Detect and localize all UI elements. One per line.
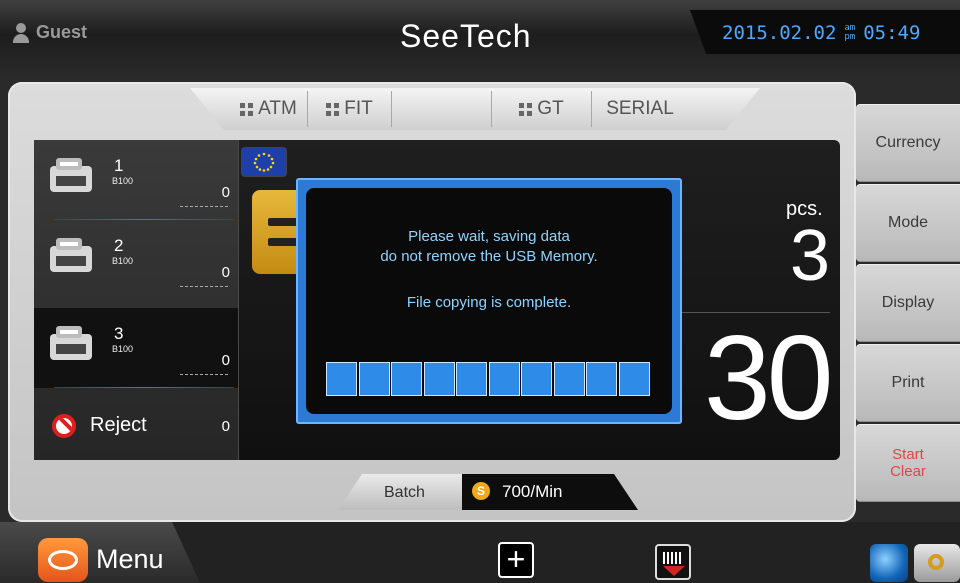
divider <box>180 286 228 287</box>
dialog-message-line2: do not remove the USB Memory. <box>380 248 598 265</box>
tab-serial[interactable]: SERIAL <box>592 91 688 127</box>
pieces-count: 3 <box>790 216 831 296</box>
settings-icon[interactable] <box>914 544 960 582</box>
progress-segment <box>358 362 390 396</box>
user-indicator[interactable]: Guest <box>12 22 87 43</box>
divider <box>54 387 234 388</box>
speed-label[interactable]: 700/Min <box>502 482 562 502</box>
pocket-count: 0 <box>221 264 230 281</box>
mode-tabs: ATM FIT GT SERIAL <box>190 88 760 130</box>
progress-segment <box>618 362 650 396</box>
progress-segment <box>391 362 422 396</box>
ampm-indicator: am pm <box>844 23 856 42</box>
pocket-denomination: B100 <box>112 344 134 354</box>
pocket-item-1[interactable]: 1 B100 0 <box>34 140 238 220</box>
currency-button[interactable]: Currency <box>856 104 960 182</box>
tab-atm[interactable]: ATM <box>230 91 308 127</box>
tab-gt[interactable]: GT <box>492 91 592 127</box>
print-button[interactable]: Print <box>856 344 960 422</box>
counting-machine-icon <box>50 238 92 272</box>
pocket-denomination: B100 <box>112 256 134 266</box>
pocket-number: 1 <box>114 156 124 175</box>
progress-segment <box>553 362 585 396</box>
pocket-count: 0 <box>221 184 230 201</box>
reject-label: Reject <box>90 414 147 436</box>
pocket-number: 2 <box>114 236 124 255</box>
counting-machine-icon <box>50 158 92 192</box>
pocket-count: 0 <box>221 352 230 369</box>
grid-icon <box>519 102 533 116</box>
divider <box>180 374 228 375</box>
usb-save-dialog: Please wait, saving data do not remove t… <box>296 178 682 424</box>
prohibited-icon <box>52 414 76 438</box>
brand-logo: SeeTech <box>400 18 532 54</box>
eu-stars-icon <box>253 152 275 172</box>
add-button[interactable]: + <box>498 542 534 578</box>
tab-empty[interactable] <box>392 91 492 127</box>
menu-icon[interactable] <box>38 538 88 582</box>
progress-segment <box>326 362 357 396</box>
dialog-message-line1: Please wait, saving data <box>408 228 570 245</box>
reject-count: 0 <box>221 418 230 435</box>
grid-icon <box>240 102 254 116</box>
datetime: 2015.02.02 am pm 05:49 <box>722 22 920 44</box>
pocket-item-3[interactable]: 3 B100 0 <box>34 308 238 388</box>
eu-flag-icon[interactable] <box>242 148 286 176</box>
total-count: 30 <box>704 311 833 445</box>
dialog-body: Please wait, saving data do not remove t… <box>306 188 672 414</box>
barcode-icon[interactable] <box>655 544 691 580</box>
counting-machine-icon <box>50 326 92 360</box>
display-button[interactable]: Display <box>856 264 960 342</box>
tab-fit[interactable]: FIT <box>308 91 392 127</box>
globe-icon[interactable] <box>870 544 908 582</box>
pocket-item-2[interactable]: 2 B100 0 <box>34 220 238 300</box>
pocket-number: 3 <box>114 324 124 343</box>
menu-label[interactable]: Menu <box>96 544 164 575</box>
progress-bar <box>326 362 651 396</box>
date-text: 2015.02.02 <box>722 22 837 44</box>
progress-segment <box>488 362 520 396</box>
progress-segment <box>456 362 487 396</box>
dialog-status: File copying is complete. <box>406 294 572 311</box>
progress-segment <box>586 362 617 396</box>
user-icon <box>12 22 30 43</box>
divider <box>180 206 228 207</box>
speed-icon: S <box>472 482 490 500</box>
batch-mode-label[interactable]: Batch <box>384 484 425 502</box>
time-text: 05:49 <box>863 22 921 44</box>
grid-icon <box>326 102 340 116</box>
start-clear-button[interactable]: Start Clear <box>856 424 960 502</box>
progress-segment <box>521 362 552 396</box>
progress-segment <box>423 362 455 396</box>
reject-pocket[interactable]: Reject 0 <box>34 406 238 460</box>
mode-button[interactable]: Mode <box>856 184 960 262</box>
user-name: Guest <box>36 22 88 42</box>
pocket-denomination: B100 <box>112 176 134 186</box>
